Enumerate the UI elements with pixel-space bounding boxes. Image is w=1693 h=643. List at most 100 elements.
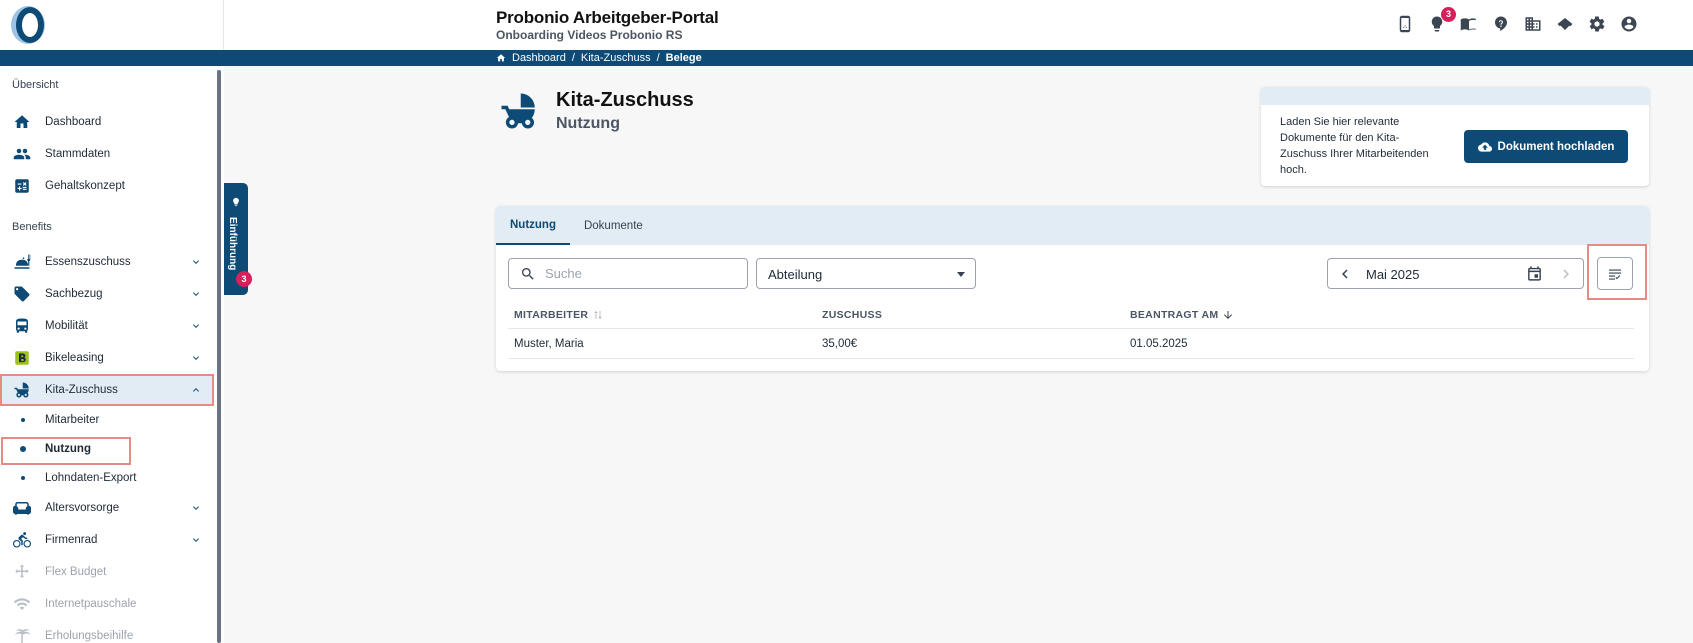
sidebar-item-label: Altersvorsorge bbox=[45, 502, 120, 514]
meal-icon bbox=[12, 252, 32, 272]
search-input[interactable] bbox=[545, 266, 741, 281]
search-field[interactable] bbox=[508, 258, 748, 289]
sidebar-subitem-lohndaten-export[interactable]: Lohndaten-Export bbox=[0, 465, 214, 491]
bikeleasing-logo-icon bbox=[12, 348, 32, 368]
people-icon bbox=[12, 144, 32, 164]
page-subtitle: Nutzung bbox=[556, 115, 620, 132]
chevron-down-icon bbox=[190, 256, 202, 268]
company-icon[interactable] bbox=[1523, 14, 1543, 34]
probonio-logo[interactable] bbox=[8, 5, 48, 45]
upload-document-button[interactable]: Dokument hochladen bbox=[1464, 130, 1628, 163]
bullet bbox=[21, 476, 25, 480]
chevron-left-icon[interactable] bbox=[1336, 265, 1354, 283]
month-picker: Mai 2025 bbox=[1327, 258, 1584, 289]
portal-title: Probonio Arbeitgeber-Portal bbox=[496, 8, 719, 27]
sidebar-item-firmenrad[interactable]: Firmenrad bbox=[0, 524, 214, 556]
department-select[interactable]: Abteilung bbox=[756, 258, 976, 289]
logo-area bbox=[0, 0, 224, 50]
palm-icon bbox=[12, 626, 32, 643]
intro-tab-badge: 3 bbox=[236, 271, 252, 287]
column-header-beantragt-am[interactable]: BEANTRAGT AM bbox=[1130, 309, 1234, 321]
sidebar-item-sachbezug[interactable]: Sachbezug bbox=[0, 278, 214, 310]
help-icon[interactable] bbox=[1491, 14, 1511, 34]
sidebar-item-label: Essenszuschuss bbox=[45, 256, 131, 268]
chevron-right-icon[interactable] bbox=[1557, 265, 1575, 283]
sidebar-item-altersvorsorge[interactable]: Altersvorsorge bbox=[0, 492, 214, 524]
breadcrumb-kita[interactable]: Kita-Zuschuss bbox=[581, 52, 651, 64]
chevron-down-icon bbox=[190, 502, 202, 514]
sidebar-item-dashboard[interactable]: Dashboard bbox=[0, 106, 214, 138]
book-icon[interactable] bbox=[1459, 14, 1479, 34]
breadcrumb-current: Belege bbox=[665, 52, 702, 64]
sidebar-item-internetpauschale[interactable]: Internetpauschale bbox=[0, 588, 214, 620]
sidebar-item-stammdaten[interactable]: Stammdaten bbox=[0, 138, 214, 170]
sidebar-item-mobilitaet[interactable]: Mobilität bbox=[0, 310, 214, 342]
upload-card-text: Laden Sie hier relevante Dokumente für d… bbox=[1280, 116, 1429, 176]
breadcrumb-bar: Dashboard / Kita-Zuschuss / Belege bbox=[0, 50, 1693, 66]
breadcrumb-dashboard[interactable]: Dashboard bbox=[512, 52, 566, 64]
table-row[interactable]: Muster, Maria 35,00€ 01.05.2025 bbox=[508, 329, 1634, 359]
calendar-icon[interactable] bbox=[1526, 265, 1544, 283]
sidebar-subitem-mitarbeiter[interactable]: Mitarbeiter bbox=[0, 407, 214, 433]
header-icons: 3 bbox=[1395, 7, 1639, 34]
sidebar-item-flex-budget[interactable]: Flex Budget bbox=[0, 556, 214, 588]
upload-card-header bbox=[1261, 87, 1649, 105]
sidebar-subitem-label: Mitarbeiter bbox=[45, 414, 100, 426]
month-value[interactable]: Mai 2025 bbox=[1366, 267, 1419, 282]
highlight-export-button bbox=[1587, 244, 1647, 300]
chevron-up-icon bbox=[190, 384, 202, 396]
notification-badge: 3 bbox=[1441, 7, 1456, 22]
lightbulb-icon bbox=[231, 197, 241, 207]
sidebar-item-bikeleasing[interactable]: Bikeleasing bbox=[0, 342, 214, 374]
column-header-label: BEANTRAGT AM bbox=[1130, 309, 1219, 321]
tab-bar: Nutzung Dokumente bbox=[496, 206, 1649, 245]
sidebar-item-label: Gehaltskonzept bbox=[45, 180, 125, 192]
section-title-overview: Übersicht bbox=[12, 79, 59, 91]
sofa-icon bbox=[12, 498, 32, 518]
phone-icon[interactable] bbox=[1395, 14, 1415, 34]
sidebar-item-label: Sachbezug bbox=[45, 288, 103, 300]
sidebar-item-kita-zuschuss[interactable]: Kita-Zuschuss bbox=[0, 374, 214, 406]
sidebar-item-gehaltskonzept[interactable]: Gehaltskonzept bbox=[0, 170, 214, 202]
breadcrumb-separator: / bbox=[571, 52, 575, 64]
sidebar-item-label: Erholungsbeihilfe bbox=[45, 630, 134, 642]
cell-zuschuss: 35,00€ bbox=[822, 338, 858, 350]
breadcrumb-separator: / bbox=[656, 52, 660, 64]
home-icon[interactable] bbox=[496, 53, 506, 63]
column-header-label: ZUSCHUSS bbox=[822, 309, 883, 321]
top-bar: Probonio Arbeitgeber-Portal Onboarding V… bbox=[0, 0, 1693, 50]
page-title: Kita-Zuschuss bbox=[556, 89, 694, 111]
sidebar-item-label: Dashboard bbox=[45, 116, 102, 128]
highlight-nutzung bbox=[1, 437, 131, 465]
gear-icon[interactable] bbox=[1587, 14, 1607, 34]
upload-document-label: Dokument hochladen bbox=[1497, 140, 1615, 153]
sidebar-item-erholungsbeihilfe[interactable]: Erholungsbeihilfe bbox=[0, 620, 214, 643]
account-icon[interactable] bbox=[1619, 14, 1639, 34]
section-title-benefits: Benefits bbox=[12, 221, 52, 233]
upload-card: Laden Sie hier relevante Dokumente für d… bbox=[1261, 87, 1649, 186]
column-header-mitarbeiter[interactable]: MITARBEITER bbox=[514, 309, 604, 321]
column-header-label: MITARBEITER bbox=[514, 309, 589, 321]
stroller-icon bbox=[12, 380, 32, 400]
flex-icon bbox=[12, 562, 32, 582]
intro-tab-label: Einführung bbox=[227, 217, 238, 271]
sort-icon bbox=[594, 311, 603, 319]
tag-icon bbox=[12, 284, 32, 304]
tab-nutzung[interactable]: Nutzung bbox=[496, 206, 570, 245]
sidebar-item-label: Internetpauschale bbox=[45, 598, 137, 610]
home-icon bbox=[12, 112, 32, 132]
tab-dokumente[interactable]: Dokumente bbox=[570, 206, 657, 245]
sidebar-item-label: Stammdaten bbox=[45, 148, 111, 160]
sidebar-item-essenszuschuss[interactable]: Essenszuschuss bbox=[0, 246, 214, 278]
cell-beantragt-am: 01.05.2025 bbox=[1130, 338, 1188, 350]
chevron-down-icon bbox=[190, 352, 202, 364]
wifi-icon bbox=[12, 594, 32, 614]
handshake-icon[interactable] bbox=[1555, 14, 1575, 34]
sidebar-item-label: Mobilität bbox=[45, 320, 88, 332]
sidebar-subitem-label: Lohndaten-Export bbox=[45, 472, 137, 484]
sidebar-scrollbar[interactable] bbox=[217, 70, 221, 643]
sidebar-item-label: Flex Budget bbox=[45, 566, 107, 578]
lightbulb-icon[interactable]: 3 bbox=[1427, 7, 1456, 34]
search-icon bbox=[522, 267, 534, 280]
column-header-zuschuss[interactable]: ZUSCHUSS bbox=[822, 309, 882, 321]
